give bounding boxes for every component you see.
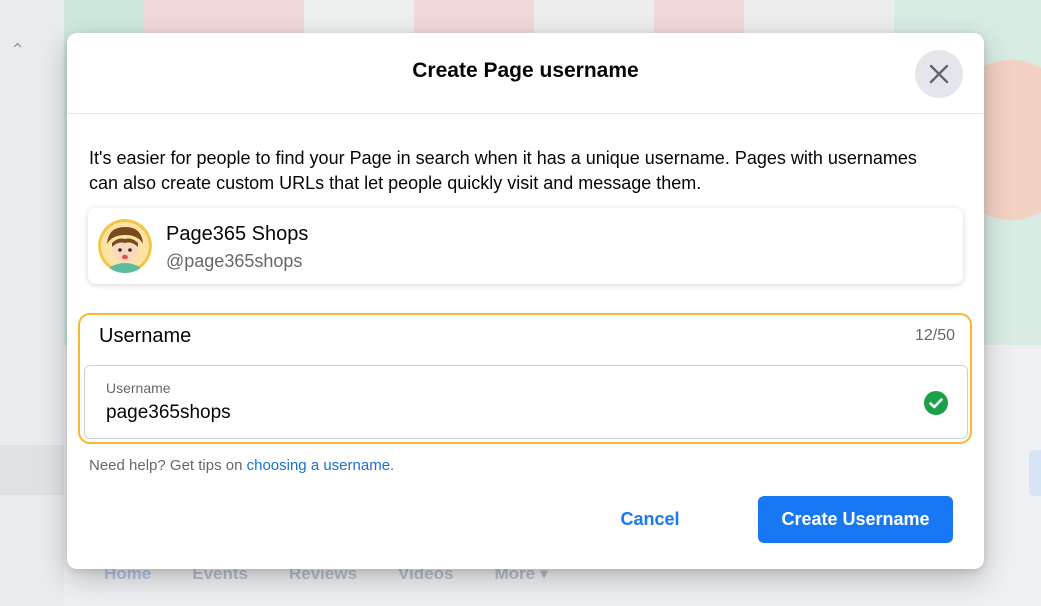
avatar — [98, 219, 152, 273]
help-text: Need help? Get tips on choosing a userna… — [89, 457, 394, 474]
dialog-header: Create Page username — [67, 33, 984, 114]
character-count: 12/50 — [914, 327, 955, 344]
help-prefix: Need help? Get tips on — [89, 457, 247, 474]
username-value[interactable]: page365shops — [106, 402, 231, 424]
create-username-button[interactable]: Create Username — [758, 496, 953, 543]
username-input[interactable]: Username page365shops — [84, 365, 968, 439]
chevron-up-icon: ⌃ — [10, 40, 26, 60]
intro-text: It's easier for people to find your Page… — [89, 148, 917, 193]
check-circle-icon — [924, 391, 948, 415]
close-icon — [929, 64, 949, 84]
page-handle: @page365shops — [166, 251, 303, 271]
cancel-button[interactable]: Cancel — [593, 496, 707, 542]
left-rail: ⌃ — [0, 0, 64, 606]
page-card: Page365 Shops @page365shops — [88, 208, 963, 284]
page-name: Page365 Shops — [166, 223, 309, 245]
username-section-label: Username — [99, 325, 192, 347]
create-username-dialog: Create Page username It's easier for peo… — [67, 33, 984, 569]
choosing-username-link[interactable]: choosing a username. — [247, 457, 395, 474]
close-button[interactable] — [915, 50, 963, 98]
username-section: Username 12/50 Username page365shops — [78, 313, 972, 444]
username-field-label: Username — [106, 380, 171, 396]
dialog-title: Create Page username — [412, 59, 639, 82]
